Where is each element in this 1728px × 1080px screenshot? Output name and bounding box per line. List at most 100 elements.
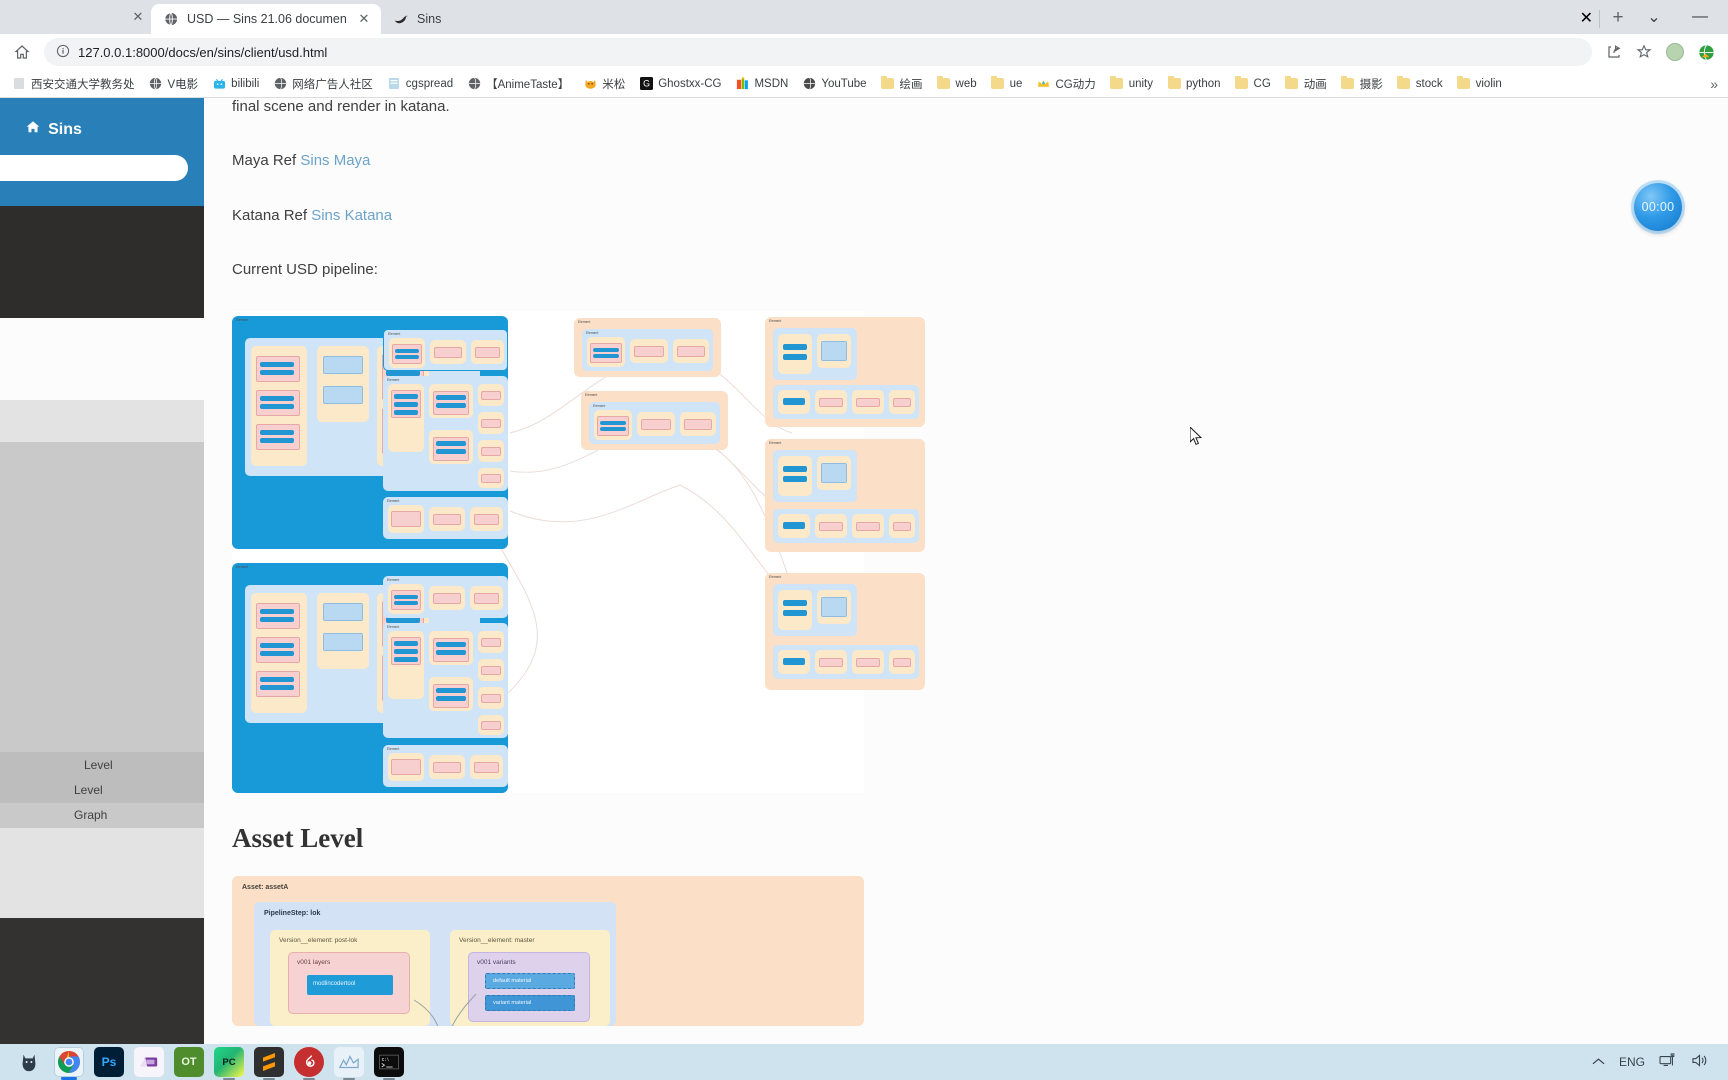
network-icon[interactable]	[1659, 1052, 1677, 1072]
sidebar-header: Sins	[0, 98, 204, 206]
sidebar-section[interactable]	[0, 828, 204, 918]
bookmark-label: cgspread	[405, 77, 454, 90]
bookmark-label: 绘画	[899, 78, 923, 91]
diagram-stage-peach-right-1[interactable]: Element	[765, 317, 925, 427]
pipeline-step-box: PipelineStep: lok Version__element: post…	[254, 902, 616, 1026]
sidebar-item-level-1[interactable]: Level	[0, 752, 204, 778]
taskbar-chart-app[interactable]	[334, 1047, 364, 1080]
taskbar-google-chrome[interactable]	[54, 1047, 84, 1080]
bookmark-item[interactable]: MSDN	[729, 75, 794, 93]
diagram-stage-peach-right-3[interactable]: Element	[765, 573, 925, 690]
sidebar-section[interactable]	[0, 442, 204, 752]
tab-strip: ✕ USD — Sins 21.06 documentation ✕ Sins …	[0, 0, 1728, 34]
ps-glyph: Ps	[101, 1055, 117, 1069]
avatar[interactable]	[1666, 43, 1684, 61]
browser-tab-sins[interactable]: Sins	[381, 4, 449, 34]
info-circle-icon[interactable]	[56, 44, 70, 61]
taskbar-purple-app[interactable]	[134, 1047, 164, 1077]
sidebar-item-level-2[interactable]: Level	[0, 778, 204, 803]
volume-icon[interactable]	[1691, 1053, 1708, 1071]
share-icon[interactable]	[1600, 38, 1628, 66]
bookmark-label: violin	[1475, 77, 1502, 90]
bookmark-folder[interactable]: CG	[1229, 75, 1277, 93]
url-text[interactable]: 127.0.0.1:8000/docs/en/sins/client/usd.h…	[78, 45, 1580, 60]
bookmark-folder[interactable]: 动画	[1279, 74, 1333, 94]
layer-chip: modlincodertool	[307, 975, 393, 995]
folder-icon	[937, 76, 951, 91]
folder-icon	[1235, 76, 1249, 91]
sidebar-section[interactable]	[0, 400, 204, 442]
bookmark-item[interactable]: 网络广告人社区	[267, 74, 379, 94]
asset-level-diagram[interactable]: Asset: assetA PipelineStep: lok Version_…	[232, 876, 864, 1026]
bookmark-folder[interactable]: ue	[985, 75, 1029, 93]
diagram-node	[317, 346, 369, 422]
usd-pipeline-diagram[interactable]: Element Element Element Element Element …	[232, 311, 925, 793]
close-icon[interactable]: ✕	[355, 9, 373, 29]
diagram-stage-peach-right-2[interactable]: Element	[765, 439, 925, 552]
tab-close-icon-leading[interactable]: ✕	[125, 4, 151, 30]
diagram-label: Element	[769, 441, 782, 445]
search-input[interactable]	[0, 155, 188, 181]
bookmark-item[interactable]: G Ghostxx-CG	[633, 75, 727, 93]
browser-tab-usd[interactable]: USD — Sins 21.06 documentation ✕	[151, 4, 381, 34]
new-tab-button[interactable]: +	[1604, 4, 1632, 32]
paragraph-current-pipeline: Current USD pipeline:	[232, 260, 378, 278]
close-icon[interactable]: ✕	[1580, 8, 1593, 28]
globe-icon	[163, 11, 179, 27]
bookmark-folder[interactable]: 摄影	[1335, 74, 1389, 94]
timer-widget[interactable]: 00:00	[1634, 183, 1682, 231]
address-bar[interactable]: 127.0.0.1:8000/docs/en/sins/client/usd.h…	[44, 38, 1592, 66]
bookmark-item[interactable]: CG动力	[1030, 74, 1101, 94]
paragraph-maya-ref: Maya Ref Sins Maya	[232, 148, 874, 174]
tab-search-icon[interactable]: ⌄	[1632, 2, 1676, 32]
folder-icon	[1397, 76, 1411, 91]
language-indicator[interactable]: ENG	[1619, 1055, 1645, 1069]
diagram-stage-peach-mid-2[interactable]: Element Element	[581, 391, 728, 450]
bookmark-label: V电影	[167, 78, 199, 91]
diagram-stage-peach-mid-1[interactable]: Element Element	[574, 318, 721, 377]
bookmark-item[interactable]: V电影	[143, 74, 205, 94]
taskbar-sublime-text[interactable]	[254, 1047, 284, 1080]
chevron-up-icon[interactable]	[1592, 1055, 1605, 1069]
version-left-label: Version__element: post-lok	[279, 937, 358, 944]
diagram-node	[251, 346, 307, 466]
sidebar-brand[interactable]: Sins	[0, 110, 188, 139]
bookmark-item[interactable]: 【AnimeTaste】	[461, 74, 575, 94]
bilibili-icon	[212, 77, 226, 91]
main-content: final scene and render in katana. Maya R…	[204, 98, 932, 1045]
bookmark-folder[interactable]: 绘画	[875, 74, 929, 94]
home-icon[interactable]	[8, 38, 36, 66]
extension-globe-icon[interactable]	[1692, 38, 1720, 66]
bookmark-label: Ghostxx-CG	[658, 77, 722, 90]
bookmark-item[interactable]: YouTube	[796, 75, 872, 93]
bookmark-folder[interactable]: stock	[1391, 75, 1449, 93]
bookmark-folder[interactable]: unity	[1104, 75, 1159, 93]
taskbar-cat-app[interactable]	[14, 1047, 44, 1077]
taskbar-terminal[interactable]: C:\	[374, 1047, 404, 1080]
taskbar-netease-music[interactable]	[294, 1047, 324, 1080]
link-sins-maya[interactable]: Sins Maya	[300, 152, 370, 169]
bookmark-item[interactable]: bilibili	[206, 75, 265, 93]
paragraph-intro: final scene and render in katana.	[232, 98, 450, 115]
bookmark-item[interactable]: cgspread	[381, 75, 459, 93]
bookmark-item[interactable]: 米松	[577, 74, 631, 94]
bookmark-folder[interactable]: web	[931, 75, 983, 93]
taskbar-ot-app[interactable]: OT	[174, 1047, 204, 1077]
taskbar-photoshop[interactable]: Ps	[94, 1047, 124, 1077]
page-icon	[387, 77, 401, 91]
diagram-label: Element	[586, 331, 599, 335]
sidebar-item-graph[interactable]: Graph	[0, 803, 204, 828]
crown-icon	[1036, 77, 1050, 91]
bookmark-folder[interactable]: violin	[1451, 75, 1508, 93]
bookmark-item[interactable]: 西安交通大学教务处	[6, 74, 141, 94]
link-sins-katana[interactable]: Sins Katana	[311, 207, 392, 224]
star-icon[interactable]	[1630, 38, 1658, 66]
version-element-right: Version__element: master v001 variants d…	[450, 930, 610, 1026]
variant-chip-default: default material	[485, 973, 575, 989]
bookmark-folder[interactable]: python	[1161, 75, 1227, 93]
bookmarks-overflow-button[interactable]: »	[1710, 76, 1722, 92]
taskbar-pycharm[interactable]: PC	[214, 1047, 244, 1080]
bookmark-label: 【AnimeTaste】	[486, 78, 570, 91]
diagram-label: Element	[387, 747, 400, 751]
minimize-icon[interactable]: —	[1678, 2, 1722, 32]
